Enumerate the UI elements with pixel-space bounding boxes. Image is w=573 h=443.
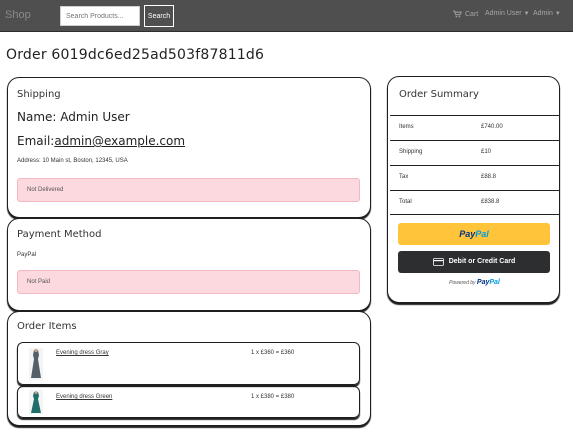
summary-value: £10 [481,149,492,155]
search-input[interactable] [60,6,140,26]
user-menu-dropdown[interactable]: Admin User ▼ [485,10,530,17]
payment-method: PayPal [17,252,37,258]
cart-link[interactable]: Cart [453,10,478,18]
summary-value: £88.8 [481,174,497,180]
chevron-down-icon: ▼ [523,11,530,17]
summary-label: Shipping [399,149,423,155]
paypal-button[interactable]: PayPal [398,223,550,245]
item-qty-price: 1 x £360 = £360 [251,350,295,356]
order-summary-heading: Order Summary [399,89,479,100]
credit-card-icon [432,258,444,266]
item-name-link[interactable]: Evening dress Gray [56,350,109,356]
payment-section: Payment Method PayPal Not Paid [7,218,371,311]
product-image[interactable] [29,390,43,414]
debit-credit-card-button[interactable]: Debit or Credit Card [398,251,550,273]
order-items-section: Order Items Evening dress Gray 1 x £360 … [7,311,371,426]
list-item: Evening dress Green 1 x £380 = £380 [17,386,360,418]
summary-row-tax: Tax £88.8 [390,165,559,190]
powered-by-paypal: Powered by PayPal [388,279,561,286]
list-item: Evening dress Gray 1 x £360 = £360 [17,342,360,385]
summary-label: Items [399,124,414,130]
summary-row-total: Total £838.8 [390,190,559,215]
paypal-logo-pay: Pay [459,229,476,239]
summary-value: £838.8 [481,199,500,205]
payment-status-alert: Not Paid [17,270,360,294]
order-summary-card: Order Summary Items £740.00 Shipping £10… [387,76,560,303]
shipping-email: Email:admin@example.com [17,134,185,148]
page-title: Order 6019dc6ed25ad503f87811d6 [6,47,265,63]
admin-menu-dropdown[interactable]: Admin ▼ [533,10,561,17]
powered-logo-pay: Pay [476,279,490,286]
email-link[interactable]: admin@example.com [54,134,185,148]
cart-icon [453,10,462,18]
item-qty-price: 1 x £380 = £380 [251,394,295,400]
top-navbar: Shop Search Cart Admin User▼ Admin▼ [0,0,573,32]
cart-label: Cart [465,10,479,18]
email-label: Email: [17,134,55,148]
brand-logo[interactable]: Shop [5,9,31,21]
shipping-heading: Shipping [17,89,61,100]
summary-label: Tax [399,174,409,180]
search-button[interactable]: Search [144,5,174,27]
summary-value: £740.00 [481,124,503,130]
paypal-logo-pal: Pal [475,229,489,239]
user-menu-label: Admin User [485,10,522,17]
delivery-status-alert: Not Delivered [17,178,360,202]
summary-row-items: Items £740.00 [390,115,559,140]
chevron-down-icon: ▼ [554,11,561,17]
card-button-label: Debit or Credit Card [448,258,516,265]
order-items-heading: Order Items [17,321,77,332]
item-name-link[interactable]: Evening dress Green [56,394,112,400]
shipping-address: Address: 10 Main st, Boston, 12345, USA [17,158,128,164]
powered-by-label: Powered by [449,280,476,286]
summary-row-shipping: Shipping £10 [390,140,559,165]
shipping-name: Name: Admin User [17,110,130,124]
powered-logo-pal: Pal [489,279,500,286]
summary-label: Total [399,199,412,205]
payment-heading: Payment Method [17,229,102,240]
admin-menu-label: Admin [533,10,553,17]
product-image[interactable] [29,348,43,380]
shipping-section: Shipping Name: Admin User Email:admin@ex… [7,77,371,218]
